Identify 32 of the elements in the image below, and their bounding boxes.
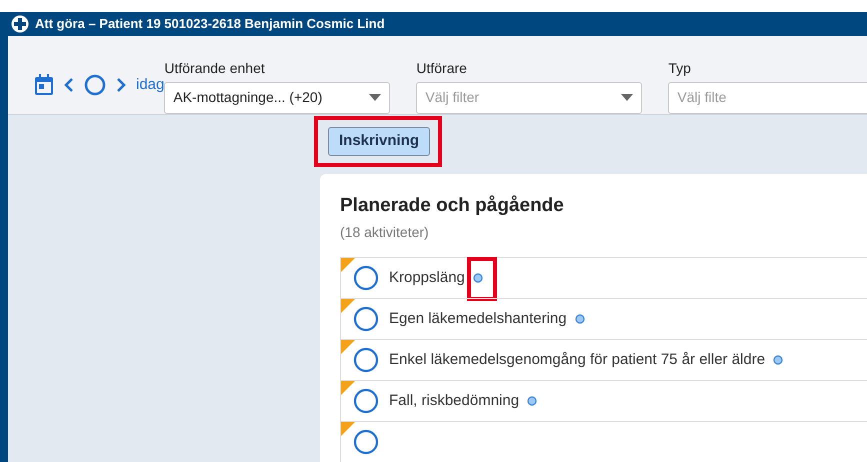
calendar-icon[interactable] [34,74,54,96]
dot-icon [574,314,585,324]
chevron-left-icon[interactable] [64,78,74,92]
cross-icon [11,14,29,33]
circle-icon[interactable] [84,74,106,96]
tag: Inskrivning [328,127,430,156]
dot-icon [773,355,784,365]
dot-icon [472,273,483,283]
corner-flag-icon [341,258,355,272]
circle-icon[interactable] [353,429,379,455]
chevron-right-icon[interactable] [116,78,126,92]
activity-name[interactable]: Kroppsläng [389,266,465,290]
corner-flag-icon [341,299,355,313]
filter-label: Utförare [416,58,468,78]
activity-name[interactable]: Enkel läkemedelsgenomgång för patient 75 år eller äldre [389,348,766,372]
window-title: Att göra – Patient 19 501023-2618 Benjamin Cosmic Lind [35,15,385,34]
activity-count: (18 aktiviteter) [340,223,430,242]
filter-dropdown[interactable]: AK-mottagninge... (+20) [164,82,390,114]
activity-name[interactable]: Fall, riskbedömning [389,390,520,412]
today-link[interactable]: idag [136,74,164,96]
activity-name[interactable]: Egen läkemedelshantering [389,308,567,330]
circle-icon[interactable] [353,265,379,291]
card-title: Planerade och pågående [340,194,565,218]
filter-label: Utförande enhet [164,58,266,78]
circle-icon[interactable] [353,347,379,373]
corner-flag-icon [341,422,355,436]
circle-icon[interactable] [353,388,379,414]
circle-icon[interactable] [353,306,379,332]
filter-label: Typ [668,58,692,78]
corner-flag-icon [341,340,355,354]
corner-flag-icon [341,381,355,395]
dot-icon [527,396,538,406]
